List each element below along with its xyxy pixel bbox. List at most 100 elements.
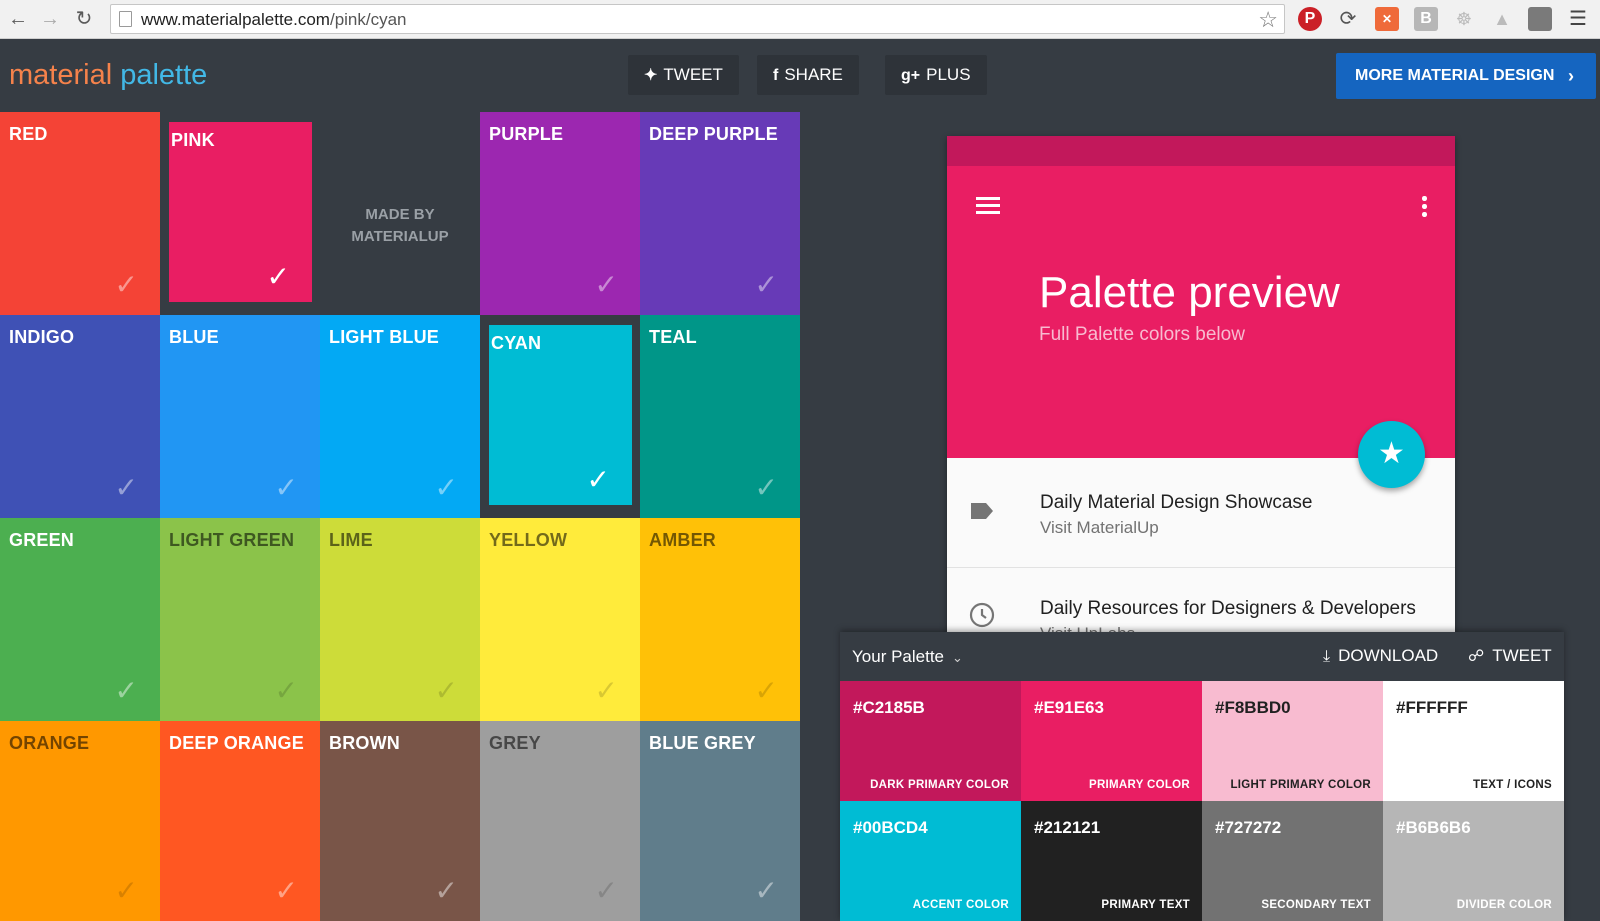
palette-tweet-label: TWEET (1492, 646, 1552, 665)
check-icon: ✓ (274, 875, 298, 906)
pinterest-icon[interactable]: P (1298, 7, 1322, 31)
palette-dropdown[interactable]: Your Palette ⌄ (852, 647, 963, 667)
swatch-label: PRIMARY COLOR (1088, 779, 1190, 791)
label-tag-icon (971, 503, 993, 519)
swatch-text-icons[interactable]: #FFFFFF TEXT / ICONS (1383, 681, 1564, 801)
palette-tweet-button[interactable]: ☍ TWEET (1468, 646, 1552, 666)
color-tile-brown[interactable]: BROWN ✓ (320, 721, 480, 921)
tweet-button[interactable]: ✦ TWEET (628, 55, 739, 95)
color-tile-deep-purple[interactable]: DEEP PURPLE ✓ (640, 112, 800, 315)
address-bar[interactable]: www.materialpalette.com/pink/cyan ☆ (110, 4, 1285, 34)
swatch-primary[interactable]: #E91E63 PRIMARY COLOR (1021, 681, 1202, 801)
swatch-dark-primary[interactable]: #C2185B DARK PRIMARY COLOR (840, 681, 1021, 801)
color-tile-light-blue[interactable]: LIGHT BLUE ✓ (320, 315, 480, 518)
swatch-label: ACCENT COLOR (912, 899, 1009, 911)
swatch-primary-text[interactable]: #212121 PRIMARY TEXT (1021, 801, 1202, 921)
clock-icon (969, 602, 995, 628)
color-tile-grey[interactable]: GREY ✓ (480, 721, 640, 921)
check-icon: ✓ (274, 675, 298, 706)
tile-label: BLUE (169, 327, 219, 347)
preview-toolbar: Palette preview Full Palette colors belo… (947, 166, 1455, 458)
color-tile-teal[interactable]: TEAL ✓ (640, 315, 800, 518)
swatch-secondary-text[interactable]: #727272 SECONDARY TEXT (1202, 801, 1383, 921)
palette-preview-card: Palette preview Full Palette colors belo… (947, 136, 1455, 636)
plus-button[interactable]: g+ PLUS (885, 55, 987, 95)
app-header: material palette ✦ TWEET f SHARE g+ PLUS MO… (0, 39, 1600, 112)
download-icon: ⤓ (1323, 648, 1331, 665)
made-by-line2: MATERIALUP (351, 228, 449, 245)
tile-label: RED (9, 124, 48, 144)
tile-label: ORANGE (9, 733, 90, 753)
color-tile-light-green[interactable]: LIGHT GREEN ✓ (160, 518, 320, 721)
made-by-text: MADE BY MATERIALUP (320, 204, 480, 248)
swatch-hex: #C2185B (853, 698, 925, 717)
color-tile-amber[interactable]: AMBER ✓ (640, 518, 800, 721)
hamburger-menu-icon[interactable] (976, 197, 1000, 215)
color-tile-pink[interactable]: PINK ✓ (160, 112, 320, 315)
back-arrow-icon[interactable]: ← (6, 8, 30, 30)
made-by-materialup[interactable]: MADE BY MATERIALUP (320, 112, 480, 315)
pocket-extension-icon[interactable] (1528, 7, 1552, 31)
check-icon: ✓ (594, 675, 618, 706)
swatch-hex: #727272 (1215, 818, 1282, 837)
swatch-label: DARK PRIMARY COLOR (870, 779, 1009, 791)
twitter-icon: ✦ (644, 67, 658, 84)
swatch-label: DIVIDER COLOR (1456, 899, 1552, 911)
forward-arrow-icon[interactable]: → (38, 8, 62, 30)
color-tile-deep-orange[interactable]: DEEP ORANGE ✓ (160, 721, 320, 921)
url-host: www.materialpalette.com (141, 10, 330, 29)
browser-toolbar: ← → ↻ www.materialpalette.com/pink/cyan … (0, 0, 1600, 39)
color-tile-indigo[interactable]: INDIGO ✓ (0, 315, 160, 518)
status-bar (947, 136, 1455, 166)
color-tile-blue[interactable]: BLUE ✓ (160, 315, 320, 518)
bold-extension-icon[interactable]: B (1414, 7, 1438, 31)
palette-bar: Your Palette ⌄ ⤓ DOWNLOAD ☍ TWEET (840, 632, 1564, 681)
sync-extension-icon[interactable]: ⟳ (1336, 7, 1360, 31)
palette-title: Your Palette (852, 647, 944, 666)
chrome-menu-icon[interactable]: ☰ (1566, 7, 1590, 31)
extension-icon[interactable]: ✕ (1375, 7, 1399, 31)
drive-extension-icon[interactable]: ▲ (1490, 7, 1514, 31)
page-icon (119, 11, 132, 27)
swatch-label: TEXT / ICONS (1473, 779, 1552, 791)
check-icon: ✓ (754, 269, 778, 300)
share-button[interactable]: f SHARE (757, 55, 859, 95)
color-tile-blue-grey[interactable]: BLUE GREY ✓ (640, 721, 800, 921)
check-icon: ✓ (434, 472, 458, 503)
list-item-title: Daily Material Design Showcase (1040, 492, 1313, 513)
preview-subtitle: Full Palette colors below (1039, 324, 1245, 345)
color-tile-purple[interactable]: PURPLE ✓ (480, 112, 640, 315)
puzzle-extension-icon[interactable]: ☸ (1452, 7, 1476, 31)
chevron-right-icon: › (1568, 66, 1574, 86)
list-item[interactable]: Daily Resources for Designers & Develope… (947, 568, 1455, 636)
site-logo[interactable]: material palette (9, 59, 207, 92)
more-vert-icon[interactable] (1421, 196, 1427, 218)
swatch-divider[interactable]: #B6B6B6 DIVIDER COLOR (1383, 801, 1564, 921)
color-tile-orange[interactable]: ORANGE ✓ (0, 721, 160, 921)
more-material-design-button[interactable]: MORE MATERIAL DESIGN › (1336, 53, 1596, 99)
tweet-label: TWEET (663, 65, 723, 84)
check-icon: ✓ (266, 261, 290, 292)
swatch-label: PRIMARY TEXT (1101, 899, 1190, 911)
tile-label: AMBER (649, 530, 716, 550)
swatch-light-primary[interactable]: #F8BBD0 LIGHT PRIMARY COLOR (1202, 681, 1383, 801)
check-icon: ✓ (594, 875, 618, 906)
color-tile-green[interactable]: GREEN ✓ (0, 518, 160, 721)
color-tile-lime[interactable]: LIME ✓ (320, 518, 480, 721)
star-fab-button[interactable]: ★ (1358, 421, 1425, 488)
swatch-label: LIGHT PRIMARY COLOR (1230, 779, 1371, 791)
check-icon: ✓ (434, 675, 458, 706)
tile-label: TEAL (649, 327, 697, 347)
reload-icon[interactable]: ↻ (72, 8, 96, 30)
list-item-subtitle: Visit MaterialUp (1040, 518, 1159, 537)
plus-label: PLUS (926, 65, 971, 84)
download-button[interactable]: ⤓ DOWNLOAD (1323, 646, 1438, 666)
bookmark-star-icon[interactable]: ☆ (1258, 7, 1278, 33)
check-icon: ✓ (586, 464, 610, 495)
tile-label: YELLOW (489, 530, 568, 550)
color-tile-cyan[interactable]: CYAN ✓ (480, 315, 640, 518)
color-tile-yellow[interactable]: YELLOW ✓ (480, 518, 640, 721)
color-tile-red[interactable]: RED ✓ (0, 112, 160, 315)
swatch-accent[interactable]: #00BCD4 ACCENT COLOR (840, 801, 1021, 921)
check-icon: ✓ (114, 269, 138, 300)
